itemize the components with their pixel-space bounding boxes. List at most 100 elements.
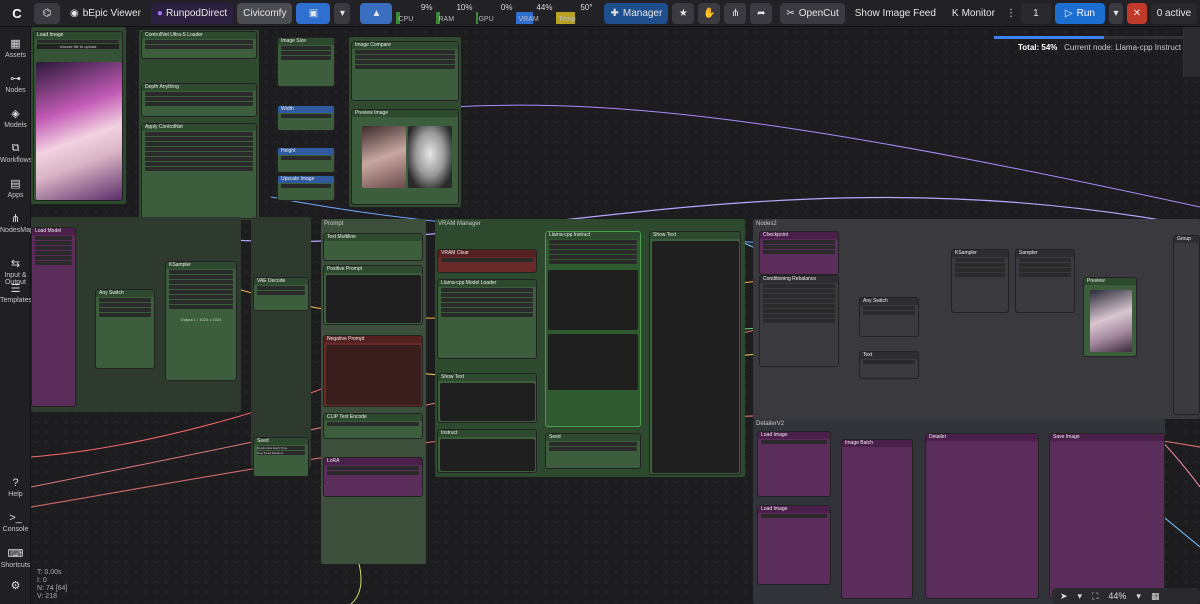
load-image-2-node[interactable]: Load Image (757, 431, 831, 497)
sidebar-item-shortcuts[interactable]: ⌨ Shortcuts (0, 547, 31, 569)
instruct-node[interactable]: Instruct (437, 429, 537, 473)
prompt-text-area[interactable] (326, 275, 421, 323)
right-edge-node[interactable]: Group (1173, 235, 1200, 415)
controlnet-loader-node[interactable]: ControlNet Ultra-S Loader (141, 31, 257, 59)
queue-active-button[interactable]: 0 active (1150, 2, 1197, 24)
sidebar-item-settings[interactable]: ⚙ (0, 579, 31, 594)
crystools-logo-button[interactable]: ▲ (360, 2, 393, 24)
minimap-icon[interactable]: ▦ (1151, 591, 1160, 602)
conditioning-node[interactable]: Conditioning Rebalance (759, 275, 839, 367)
group-title: DetailerV2 (756, 421, 785, 427)
node-header: Group (1174, 236, 1199, 243)
llama-instruct-node[interactable]: Llama-cpp Instruct (545, 231, 641, 427)
chevron-down-icon[interactable]: ▾ (1078, 591, 1083, 602)
negative-prompt-node[interactable]: Negative Prompt (323, 335, 423, 407)
instruct-text-area[interactable] (440, 439, 535, 471)
vae-decode-node[interactable]: VAE Decode (253, 277, 309, 311)
height-node[interactable]: Height (277, 147, 335, 173)
star-button[interactable]: ★ (672, 2, 695, 24)
load-lora-node[interactable]: LoRA (323, 457, 423, 497)
zoom-level[interactable]: 44% (1108, 591, 1126, 601)
llm-output-text (652, 241, 739, 473)
ksampler-2-node[interactable]: KSampler (951, 249, 1009, 313)
apply-controlnet-node[interactable]: Apply ControlNet (141, 123, 257, 219)
load-image-3-node[interactable]: Load Image (757, 505, 831, 585)
checkpoint-loader-node[interactable]: Checkpoint (759, 231, 839, 275)
sidebar-item-console[interactable]: >_ Console (0, 512, 31, 533)
instruct-prompt-area[interactable] (548, 270, 638, 330)
node-header: Load Image (758, 432, 830, 439)
viewer-button[interactable]: ◉ bEpic Viewer (64, 3, 147, 24)
randomize-each-time-button[interactable]: Randomize Each Time (257, 446, 305, 450)
chevron-down-icon[interactable]: ▾ (1136, 591, 1141, 602)
cancel-button[interactable]: ✕ (1126, 2, 1147, 24)
sampler-advanced-node[interactable]: Sampler (1015, 249, 1075, 313)
text-concat-node[interactable]: Text (859, 351, 919, 379)
ksampler-node[interactable]: KSampler Output 1 / 1024 x 1024 (165, 261, 237, 381)
load-image-node[interactable]: Load Image choose file to upload (33, 31, 123, 201)
input-group[interactable]: Load Image choose file to upload (31, 27, 126, 204)
comfy-logo-icon[interactable]: C (4, 3, 30, 24)
show-text-node[interactable]: Show Text (649, 231, 741, 475)
text-output-node[interactable]: Show Text (437, 373, 537, 423)
group-title: VRAM Manager (438, 221, 481, 227)
right-panel-tabs[interactable] (1183, 27, 1200, 77)
share-button[interactable]: ➦ (750, 2, 773, 24)
opencut-button[interactable]: ✂ OpenCut (780, 2, 845, 24)
upload-button[interactable]: choose file to upload (37, 44, 119, 49)
image-compare-node[interactable]: Image Compare (351, 41, 459, 101)
positive-prompt-node[interactable]: Positive Prompt (323, 265, 423, 325)
monitor-button[interactable]: K Monitor (946, 3, 1001, 24)
civicomfy-button[interactable]: Civicomfy (237, 2, 293, 24)
seed-control-node[interactable]: Seed (545, 433, 641, 469)
model-loader-node[interactable]: Load Model (31, 227, 76, 407)
run-button[interactable]: ▷ Run (1054, 2, 1105, 24)
batch-count-input[interactable]: 1 (1020, 2, 1051, 24)
hand-button[interactable]: ✋ (698, 2, 721, 24)
screen-capture-button[interactable]: ▣ (296, 2, 331, 24)
fit-view-icon[interactable]: ⛶ (1092, 591, 1098, 602)
node-title: Text Multiline (324, 234, 422, 241)
select-cursor-icon[interactable]: ➤ (1060, 591, 1068, 602)
drag-handle-icon[interactable]: ⋮ (1005, 3, 1017, 24)
text-multiline-node[interactable]: Text Multiline (323, 233, 423, 261)
nodes-button[interactable]: ⋔ (724, 2, 747, 24)
sidebar-item-templates[interactable]: ☰ Templates (0, 282, 32, 304)
node-header: Image Batch (842, 440, 912, 447)
depth-controlnet-node[interactable]: Depth Anything (141, 83, 257, 117)
preview-image-node[interactable]: Preview Image (351, 109, 459, 205)
show-image-feed-button[interactable]: Show Image Feed (849, 3, 942, 24)
llama-loader-node[interactable]: Llama-cpp Model Loader (437, 279, 537, 359)
clip-text-encode-node[interactable]: CLIP Text Encode (323, 413, 423, 439)
upscale-image-node[interactable]: Upscale Image (277, 175, 335, 201)
width-node[interactable]: Width (277, 105, 335, 131)
result-preview-node[interactable]: Preview (1083, 277, 1137, 357)
workflow-graph-icon[interactable]: ⌬ (34, 2, 60, 24)
image-batch-node[interactable]: Image Batch (841, 439, 913, 599)
system-prompt-area[interactable] (548, 334, 638, 390)
nodes-icon: ⊶ (10, 73, 21, 85)
sidebar-item-models[interactable]: ◈ Models (0, 107, 31, 129)
seed-node[interactable]: Seed Randomize Each Time New Fixed Rando… (253, 437, 309, 477)
new-fixed-random-button[interactable]: New Fixed Random (257, 451, 305, 455)
sidebar-item-apps[interactable]: ▤ Apps (0, 177, 31, 199)
manager-button[interactable]: ✚ Manager (604, 2, 669, 24)
any-switch-node[interactable]: Any Switch (95, 289, 155, 369)
runpod-button[interactable]: ● RunpodDirect (150, 2, 234, 24)
any-switch-2-node[interactable]: Any Switch (859, 297, 919, 337)
seed-group (251, 217, 311, 467)
sidebar-item-help[interactable]: ? Help (0, 477, 31, 498)
text-output-area (440, 383, 535, 421)
sidebar-item-nodes[interactable]: ⊶ Nodes (0, 72, 31, 94)
node-graph-canvas[interactable]: Load Image choose file to upload Control… (31, 27, 1200, 604)
run-options-button[interactable]: ▾ (1108, 2, 1123, 24)
vram-clear-node[interactable]: VRAM Clear (437, 249, 537, 273)
sidebar-item-workflows[interactable]: ⧉ Workflows (0, 142, 32, 164)
sidebar-item-nodesmap[interactable]: ⋔ NodesMap (0, 212, 34, 234)
negative-text-area[interactable] (326, 345, 421, 405)
save-image-node[interactable]: Save Image (1049, 433, 1165, 599)
sidebar-item-assets[interactable]: ▦ Assets (0, 37, 31, 59)
capture-dropdown-button[interactable]: ▾ (334, 2, 351, 24)
detailer-node[interactable]: Detailer (925, 433, 1039, 599)
image-size-node[interactable]: Image Size (277, 37, 335, 87)
